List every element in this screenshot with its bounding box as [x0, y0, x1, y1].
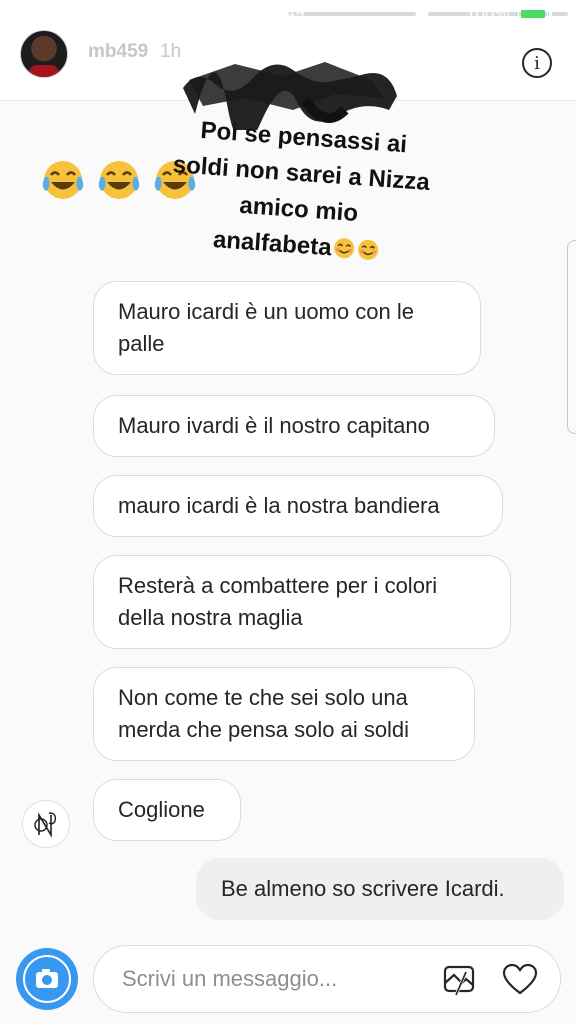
message-bubble[interactable]: Resterà a combattere per i colori della … [93, 555, 511, 649]
username[interactable]: mb459 [88, 41, 148, 63]
message-bubble[interactable]: Mauro ivardi è il nostro capitano [93, 395, 495, 457]
sender-avatar[interactable] [22, 800, 70, 848]
tears-of-joy-emoji-icon [42, 161, 84, 199]
message-bubble[interactable]: mauro icardi è la nostra bandiera [93, 475, 503, 537]
network-type: 4G [165, 3, 188, 22]
monogram-logo-icon [34, 812, 57, 838]
gallery-icon[interactable] [442, 962, 476, 996]
message-input[interactable]: Scrivi un messaggio... [122, 966, 337, 992]
story-header: mb459 1h i [0, 24, 576, 130]
clock: 09:49 [262, 3, 305, 22]
avatar[interactable] [20, 30, 68, 78]
heart-icon[interactable] [502, 964, 538, 996]
story-progress-segment [288, 12, 416, 16]
caption-line: analfabeta [212, 226, 333, 262]
message-bubble[interactable]: Coglione [93, 779, 241, 841]
camera-icon [23, 955, 71, 1003]
battery-icon [518, 7, 552, 21]
message-bubble[interactable]: Mauro icardi è un uomo con le palle [93, 281, 481, 375]
battery-percent: 100% [466, 3, 510, 22]
smiling-face-icon [334, 238, 355, 259]
side-pull-tab[interactable] [567, 240, 576, 434]
signal-strength: ●●●○○ [6, 4, 53, 23]
my-message-bubble[interactable]: Be almeno so scrivere Icardi. [196, 858, 564, 920]
smiling-face-icon [358, 239, 379, 260]
message-composer[interactable]: Scrivi un messaggio... [93, 945, 561, 1013]
info-icon[interactable]: i [522, 48, 552, 78]
story-caption: Poi se pensassi ai soldi non sarei a Niz… [165, 111, 434, 273]
message-bubble[interactable]: Non come te che sei solo una merda che p… [93, 667, 475, 761]
carrier-name: Orange F [68, 3, 140, 22]
camera-button[interactable] [16, 948, 78, 1010]
tears-of-joy-emoji-icon [98, 161, 140, 199]
